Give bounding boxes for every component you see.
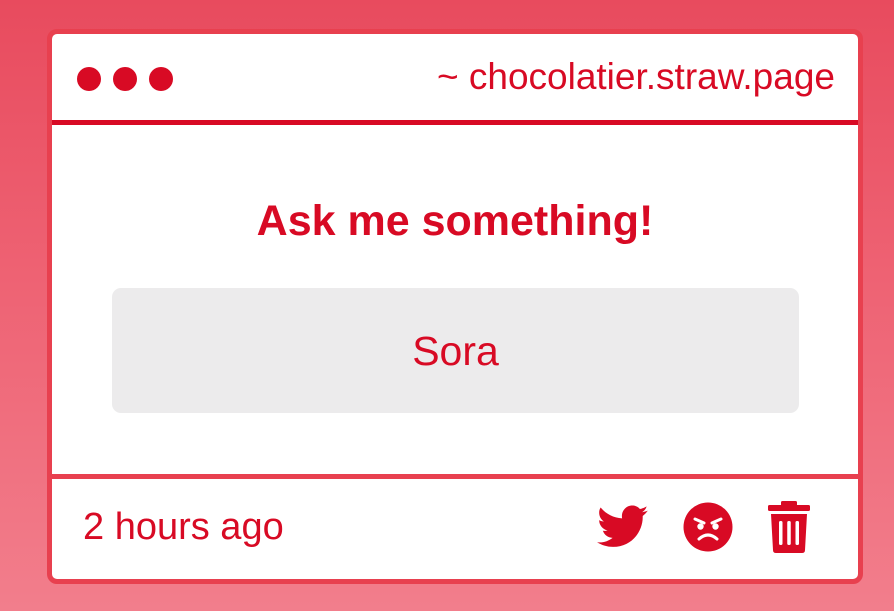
share-twitter-button[interactable] [597,504,649,550]
twitter-bird-icon [597,505,649,547]
question-content: Ask me something! Sora [52,125,858,474]
question-card: ~ chocolatier.straw.page Ask me somethin… [47,29,863,584]
angry-face-icon [683,502,733,552]
delete-button[interactable] [767,501,811,553]
question-heading: Ask me something! [256,197,654,245]
window-dot-minimize[interactable] [113,67,137,91]
window-dots [77,67,173,91]
answer-text: Sora [412,327,499,374]
trash-icon [768,501,810,553]
footer-actions [597,501,811,553]
timestamp: 2 hours ago [83,506,284,548]
answer-box: Sora [112,288,799,413]
window-dot-maximize[interactable] [149,67,173,91]
card-footer: 2 hours ago [52,474,858,579]
window-titlebar: ~ chocolatier.straw.page [52,34,858,125]
page-url[interactable]: ~ chocolatier.straw.page [437,56,835,98]
window-dot-close[interactable] [77,67,101,91]
report-button[interactable] [683,502,733,552]
